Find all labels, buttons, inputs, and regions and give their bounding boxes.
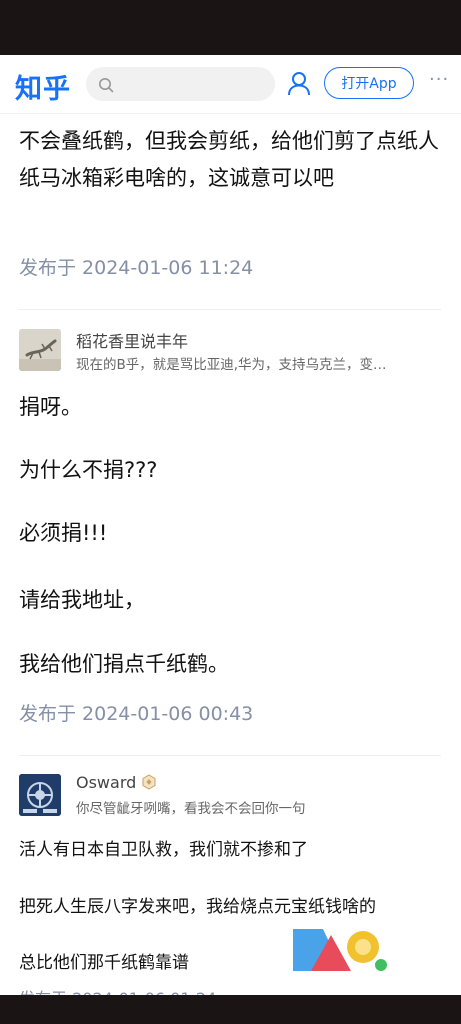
author-bio: 现在的B乎，就是骂比亚迪,华为，支持乌克兰，变… — [76, 357, 387, 373]
emblem-avatar-image — [19, 774, 61, 816]
avatar[interactable] — [19, 774, 61, 816]
answer-date: 发布于 2024-01-06 00:43 — [19, 703, 254, 725]
author-bio: 你尽管龇牙咧嘴，看我会不会回你一句 — [76, 801, 306, 817]
floating-app-logo-icon[interactable] — [293, 927, 388, 975]
divider — [19, 755, 441, 756]
more-icon[interactable]: ··· — [429, 69, 449, 90]
answer-paragraph: 我给他们捐点千纸鹤。 — [19, 652, 229, 676]
answer-date: 发布于 2024-01-06 11:24 — [19, 257, 254, 279]
author-name[interactable]: 稻花香里说丰年 — [76, 328, 188, 352]
answer-text: 不会叠纸鹤，但我会剪纸，给他们剪了点纸人纸马冰箱彩电啥的，这诚意可以吧 — [19, 129, 439, 190]
status-bar — [0, 0, 461, 55]
answer-paragraph: 必须捐!!! — [19, 521, 108, 545]
user-icon[interactable] — [287, 71, 311, 97]
navigation-bar — [0, 995, 461, 1024]
verified-badge-icon — [142, 774, 156, 790]
answer-date: 发布于 2024-01-06 01:24 — [19, 985, 216, 995]
answer-paragraph: 把死人生辰八字发来吧，我给烧点元宝纸钱啥的 — [19, 897, 376, 917]
answer-paragraph: 为什么不捐??? — [19, 458, 158, 482]
author-name[interactable]: Osward — [76, 773, 136, 792]
avatar[interactable] — [19, 329, 61, 371]
open-app-button[interactable]: 打开App — [324, 67, 414, 99]
answer-paragraph: 请给我地址， — [19, 588, 145, 612]
header: 知乎 打开App ··· — [0, 55, 461, 114]
divider — [19, 309, 441, 310]
zhihu-logo[interactable]: 知乎 — [15, 67, 71, 106]
page: 知乎 打开App ··· 不会叠纸鹤，但我会剪纸，给他们剪了点纸人纸马冰箱彩电啥… — [0, 55, 461, 995]
answer-paragraph: 总比他们那千纸鹤靠谱 — [19, 953, 189, 973]
search-icon — [99, 78, 114, 93]
search-input[interactable] — [86, 67, 275, 101]
answer-paragraph: 捐呀。 — [19, 395, 82, 419]
answer-paragraph: 活人有日本自卫队救，我们就不掺和了 — [19, 840, 308, 860]
lizard-avatar-image — [19, 329, 61, 371]
